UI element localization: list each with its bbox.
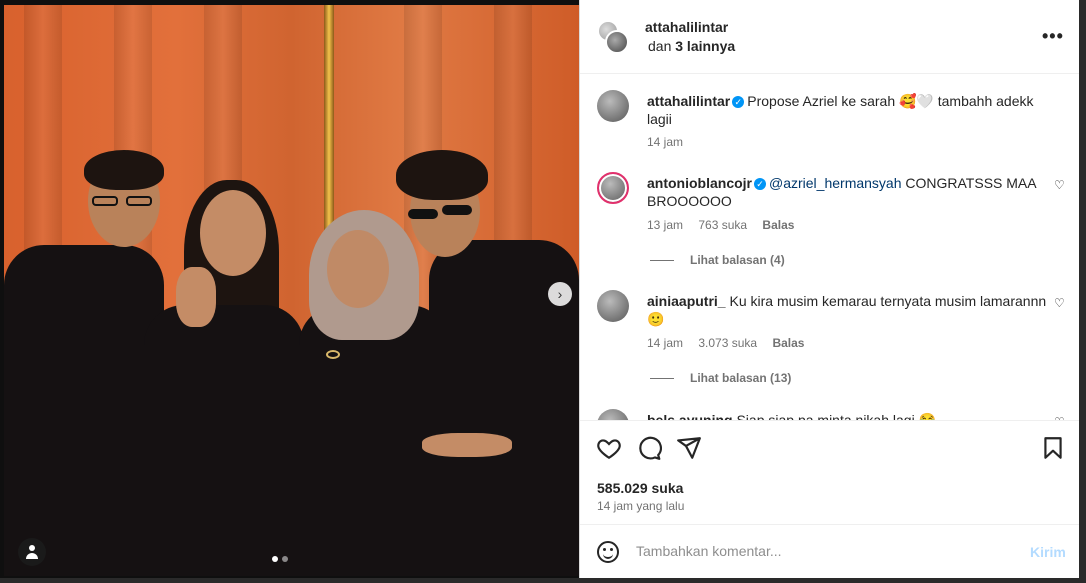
comment-username[interactable]: antonioblancojr [647,175,752,191]
user-tag-icon[interactable] [18,538,46,566]
comment-meta: 13 jam 763 suka Balas [647,218,806,232]
caption-meta: 14 jam [647,135,695,149]
post-viewer: › attahalilintar dan 3 lainnya ••• attah… [0,0,1086,583]
person-1-hair [84,150,164,190]
comment-like-icon[interactable]: ♡ [1054,296,1065,310]
comment-likes[interactable]: 3.073 suka [698,336,757,350]
comment-input[interactable] [636,543,1016,559]
comment-username[interactable]: ainiaaputri_ [647,293,726,309]
person-4-sunglasses [408,209,438,219]
comment-time: 14 jam [647,336,684,350]
verified-icon: ✓ [732,96,745,108]
comment-text: bels.ayuning Siap siap pa minta nikah la… [647,411,1047,420]
avatar[interactable] [597,172,629,204]
comment-text: ainiaaputri_ Ku kira musim kemarau terny… [647,292,1047,328]
comment-text: antonioblancojr ✓ @azriel_hermansyah CONGR… [647,174,1047,210]
verified-icon: ✓ [754,178,766,190]
heart-icon[interactable] [596,435,622,466]
post-side-panel: attahalilintar dan 3 lainnya ••• attahal… [579,0,1080,578]
caption-time: 14 jam [647,135,684,149]
person-3-head [327,230,389,308]
background-edge [1079,0,1086,583]
add-comment-bar: Kirim [580,524,1080,578]
person-4-hand [422,433,512,457]
likes-count[interactable]: 585.029 suka [597,480,683,496]
avatar[interactable] [597,90,629,122]
reply-button[interactable]: Balas [762,218,794,232]
post-header: attahalilintar dan 3 lainnya ••• [580,0,1080,74]
gold-pillar [324,5,334,235]
reply-button[interactable]: Balas [772,336,804,350]
comment-username[interactable]: bels.ayuning [647,412,733,420]
comment-time: 13 jam [647,218,684,232]
caption-text: attahalilintar ✓ Propose Azriel ke sarah 🥰… [647,92,1047,128]
person-2-hand [176,267,216,327]
bookmark-icon[interactable] [1040,435,1066,466]
comment-icon[interactable] [636,435,662,466]
person-1-glasses [126,196,152,206]
comments-list[interactable]: attahalilintar ✓ Propose Azriel ke sarah 🥰… [580,75,1080,420]
person-2-body [144,305,304,576]
carousel-dot [282,556,288,562]
post-time: 14 jam yang lalu [597,499,685,513]
view-replies-button[interactable]: Lihat balasan (13) [650,371,791,385]
more-horizontal-icon[interactable]: ••• [1042,26,1064,47]
avatar [605,30,629,54]
others-prefix: dan [648,38,672,54]
post-photo[interactable]: › [4,5,579,576]
background-edge [0,578,1086,583]
carousel-indicator [272,556,288,562]
comment-likes[interactable]: 763 suka [698,218,747,232]
comment-body: Siap siap pa minta nikah lagi 😂 [732,412,937,420]
avatar[interactable] [597,290,629,322]
comment-meta: 14 jam 3.073 suka Balas [647,336,816,350]
view-replies-button[interactable]: Lihat balasan (4) [650,253,785,267]
collab-avatars[interactable] [597,20,631,54]
avatar[interactable] [597,409,629,420]
header-username[interactable]: attahalilintar [645,19,728,35]
comment-like-icon[interactable]: ♡ [1054,178,1065,192]
emoji-icon[interactable] [597,541,619,563]
others-count[interactable]: 3 lainnya [675,38,735,54]
person-3-brooch [326,350,340,359]
header-collaborators[interactable]: dan 3 lainnya [648,38,735,54]
person-1-body [4,245,164,576]
person-1-glasses [92,196,118,206]
comment-mention[interactable]: @azriel_hermansyah [769,175,902,191]
carousel-next-button[interactable]: › [548,282,572,306]
person-4-hair [396,150,488,200]
person-2-head [200,190,266,276]
caption-username[interactable]: attahalilintar [647,93,730,109]
post-comment-button[interactable]: Kirim [1030,544,1066,560]
carousel-dot [272,556,278,562]
person-4-sunglasses [442,205,472,215]
send-icon[interactable] [676,435,702,466]
post-actions: 585.029 suka 14 jam yang lalu [580,420,1080,524]
